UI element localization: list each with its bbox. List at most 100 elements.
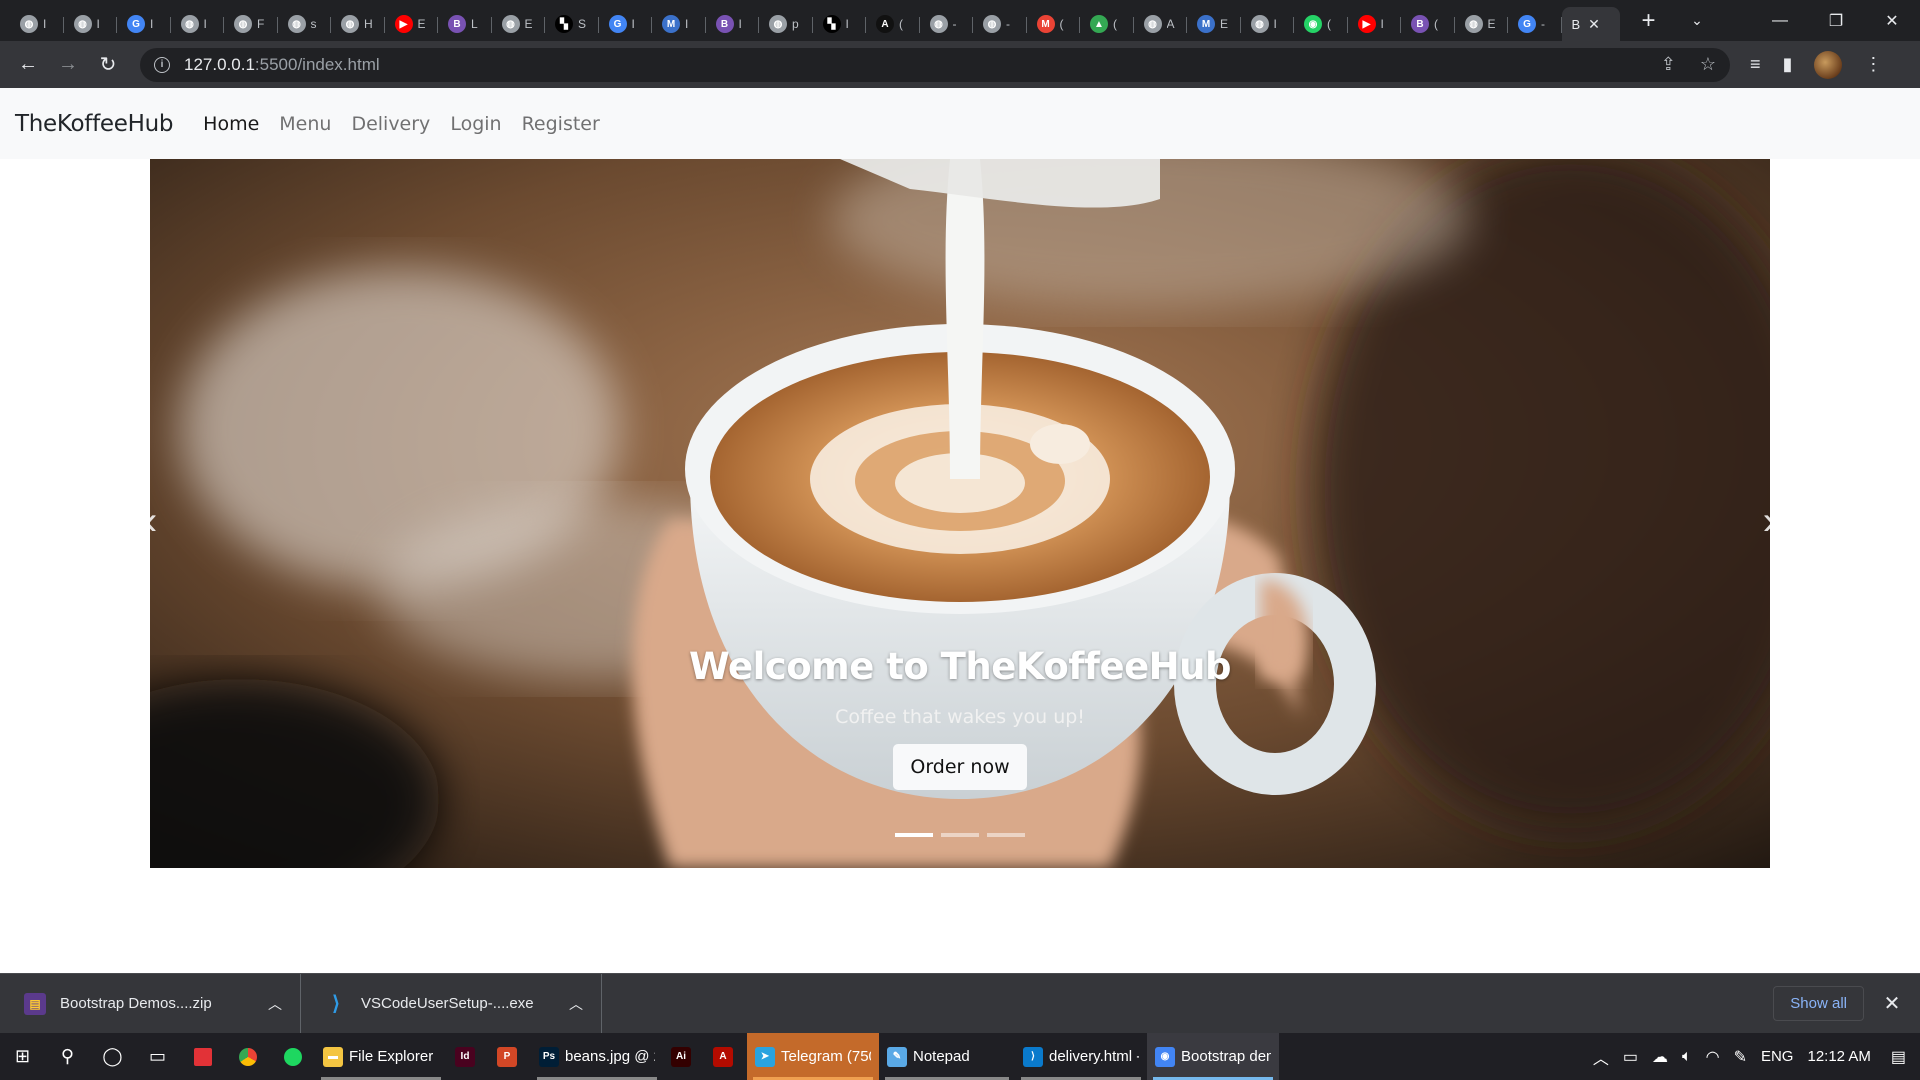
notifications-icon[interactable]: ▤ xyxy=(1891,1047,1906,1067)
browser-tab[interactable]: ▚ S xyxy=(545,7,599,41)
spotify-icon[interactable] xyxy=(270,1033,315,1080)
search-icon[interactable]: ⚲ xyxy=(45,1033,90,1080)
tab-title: ( xyxy=(1434,17,1438,31)
site-brand[interactable]: TheKoffeeHub xyxy=(15,111,173,137)
restore-button[interactable]: ❐ xyxy=(1808,11,1864,31)
media-control-icon[interactable]: ≡ xyxy=(1750,54,1761,75)
show-all-downloads-button[interactable]: Show all xyxy=(1773,986,1864,1021)
taskbar-app[interactable]: ✎ Notepad xyxy=(879,1033,1015,1080)
browser-tab[interactable]: ◍ E xyxy=(1455,7,1509,41)
browser-tab[interactable]: ◍ F xyxy=(224,7,278,41)
carousel-next-chevron-icon[interactable]: › xyxy=(1763,499,1770,544)
taskbar-app[interactable]: ◉ Bootstrap demo -... xyxy=(1147,1033,1279,1080)
minimize-button[interactable]: — xyxy=(1752,12,1808,30)
profile-avatar[interactable] xyxy=(1814,50,1843,79)
browser-tab[interactable]: ▚ I xyxy=(813,7,867,41)
onedrive-icon[interactable]: ☁ xyxy=(1652,1047,1668,1067)
browser-tab[interactable]: ◍ - xyxy=(920,7,974,41)
nav-register[interactable]: Register xyxy=(522,113,600,135)
order-now-button[interactable]: Order now xyxy=(893,744,1027,790)
carousel-subtitle: Coffee that wakes you up! xyxy=(835,706,1085,728)
battery-icon[interactable]: ▭ xyxy=(1623,1047,1638,1067)
volume-icon[interactable]: 🔈︎ xyxy=(1682,1048,1692,1066)
browser-tab[interactable]: G- xyxy=(1508,7,1562,41)
browser-tab[interactable]: B( xyxy=(1401,7,1455,41)
forward-button[interactable]: → xyxy=(48,53,88,76)
clock[interactable]: 12:12 AM xyxy=(1807,1048,1870,1065)
taskbar-app[interactable]: Ai xyxy=(663,1033,705,1080)
taskbar-app[interactable]: ▬ File Explorer xyxy=(315,1033,447,1080)
browser-tab[interactable]: ◍ E xyxy=(492,7,546,41)
new-tab-button[interactable]: + xyxy=(1642,8,1656,33)
browser-tab[interactable]: ME xyxy=(1187,7,1241,41)
address-bar[interactable]: i 127.0.0.1:5500/index.html ⇪ ☆ xyxy=(140,47,1730,82)
taskbar-app[interactable]: Ps beans.jpg @ 25% ... xyxy=(531,1033,663,1080)
tray-overflow-chevron-icon[interactable]: ︿ xyxy=(1593,1045,1609,1069)
nav-login[interactable]: Login xyxy=(450,113,501,135)
close-icon[interactable]: ✕ xyxy=(1864,991,1920,1016)
back-button[interactable]: ← xyxy=(8,53,48,76)
task-view-icon[interactable]: ▭ xyxy=(135,1033,180,1080)
nav-menu[interactable]: Menu xyxy=(279,113,331,135)
browser-tab[interactable]: MI xyxy=(652,7,706,41)
taskbar-app[interactable]: A xyxy=(705,1033,747,1080)
browser-tab[interactable]: ◍ s xyxy=(278,7,332,41)
pen-icon[interactable]: ✎ xyxy=(1734,1047,1747,1067)
browser-tab[interactable]: ◍ I xyxy=(64,7,118,41)
chevron-up-icon[interactable]: ︿ xyxy=(551,994,601,1014)
reload-button[interactable]: ↻ xyxy=(88,52,128,77)
browser-tab[interactable]: ▶ I xyxy=(1348,7,1402,41)
site-info-icon[interactable]: i xyxy=(154,56,170,73)
browser-tab[interactable]: ◍ A xyxy=(1134,7,1188,41)
close-tab-icon[interactable]: ✕ xyxy=(1588,16,1600,33)
browser-tab[interactable]: M( xyxy=(1027,7,1081,41)
browser-tab[interactable]: ▶ E xyxy=(385,7,439,41)
download-item[interactable]: ▤ Bootstrap Demos....zip ︿ xyxy=(0,973,301,1034)
cortana-icon[interactable]: ◯ xyxy=(90,1033,135,1080)
share-icon[interactable]: ⇪ xyxy=(1661,54,1676,75)
browser-tab[interactable]: ◍ I xyxy=(1241,7,1295,41)
taskbar-app-label: Telegram (7504) xyxy=(781,1048,871,1065)
tab-search-chevron-icon[interactable]: ⌄ xyxy=(1674,12,1720,29)
bookmark-star-icon[interactable]: ☆ xyxy=(1700,54,1716,75)
browser-tab[interactable]: A( xyxy=(866,7,920,41)
carousel-indicator[interactable] xyxy=(987,833,1025,837)
language-indicator[interactable]: ENG xyxy=(1761,1048,1794,1065)
download-item[interactable]: ⟩ VSCodeUserSetup-....exe ︿ xyxy=(301,973,602,1034)
windows-start-icon[interactable]: ⊞ xyxy=(0,1033,45,1080)
url-text[interactable]: 127.0.0.1:5500/index.html xyxy=(184,55,380,75)
close-window-button[interactable]: ✕ xyxy=(1864,11,1920,31)
chevron-up-icon[interactable]: ︿ xyxy=(250,994,300,1014)
taskbar-app[interactable]: ➤ Telegram (7504) xyxy=(747,1033,879,1080)
browser-tab[interactable]: ◍ I xyxy=(10,7,64,41)
browser-tab[interactable]: GI xyxy=(117,7,171,41)
chrome-icon[interactable] xyxy=(225,1033,270,1080)
menu-kebab-icon[interactable]: ⋮ xyxy=(1864,54,1882,75)
browser-tab[interactable]: ◍ - xyxy=(973,7,1027,41)
browser-tab[interactable]: ◍ p xyxy=(759,7,813,41)
carousel-indicator[interactable] xyxy=(895,833,933,837)
taskbar-app[interactable]: ⟩ delivery.html - wd... xyxy=(1015,1033,1147,1080)
side-panel-icon[interactable]: ▮ xyxy=(1783,54,1793,75)
autocad-icon[interactable] xyxy=(180,1033,225,1080)
nav-delivery[interactable]: Delivery xyxy=(351,113,430,135)
taskbar-app[interactable]: Id xyxy=(447,1033,489,1080)
wifi-icon[interactable]: ◠ xyxy=(1706,1047,1720,1067)
taskbar-app[interactable]: P xyxy=(489,1033,531,1080)
active-browser-tab[interactable]: B ✕ xyxy=(1561,7,1620,41)
nav-home[interactable]: Home xyxy=(203,113,259,135)
browser-tab[interactable]: BL xyxy=(438,7,492,41)
browser-tab[interactable]: ▲( xyxy=(1080,7,1134,41)
browser-tab[interactable]: BI xyxy=(706,7,760,41)
globe-icon: ◍ xyxy=(1143,15,1162,33)
browser-tab[interactable]: ◍ I xyxy=(171,7,225,41)
acrobat-icon: A xyxy=(713,1046,733,1067)
carousel-prev-chevron-icon[interactable]: ‹ xyxy=(150,499,157,544)
vscode-icon: ⟩ xyxy=(1023,1046,1043,1067)
google-icon: G xyxy=(127,15,145,33)
browser-tab[interactable]: GI xyxy=(599,7,653,41)
carousel-indicator[interactable] xyxy=(941,833,979,837)
mdb-icon: M xyxy=(662,15,680,33)
browser-tab[interactable]: ◍ H xyxy=(331,7,385,41)
browser-tab[interactable]: ◉( xyxy=(1294,7,1348,41)
